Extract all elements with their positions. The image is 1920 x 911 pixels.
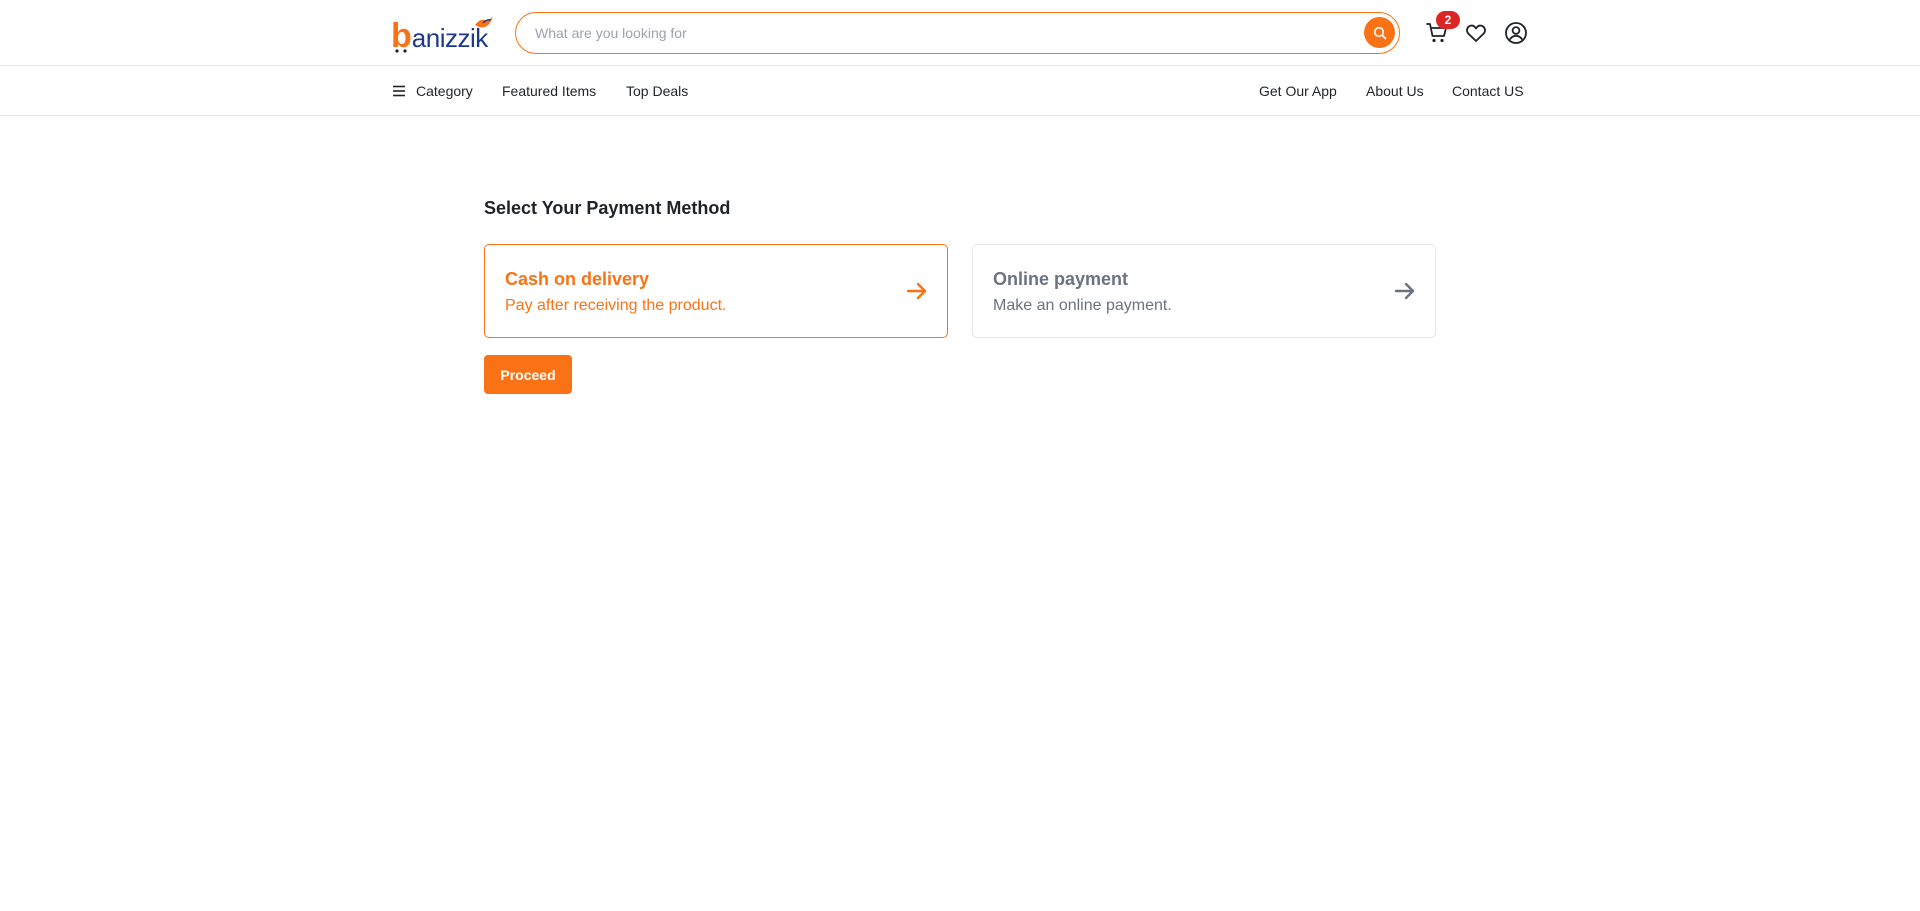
page-title: Select Your Payment Method xyxy=(484,198,731,218)
nav-featured-items[interactable]: Featured Items xyxy=(502,66,596,116)
search-icon xyxy=(1373,26,1386,39)
search-input[interactable] xyxy=(535,13,1365,52)
payment-option-title: Online payment xyxy=(993,269,1129,289)
arrow-right-icon xyxy=(906,282,927,300)
wishlist-button[interactable] xyxy=(1462,19,1490,47)
nav-get-our-app[interactable]: Get Our App xyxy=(1259,66,1337,116)
search-button[interactable] xyxy=(1364,17,1395,48)
payment-option-online-payment[interactable]: Online payment Make an online payment. xyxy=(972,244,1436,338)
cart-wheels-icon xyxy=(395,49,407,53)
hamburger-menu-icon xyxy=(393,85,405,97)
heart-icon xyxy=(1466,24,1486,42)
main-nav: Category Featured Items Top Deals Get Ou… xyxy=(0,66,1920,116)
nav-category[interactable]: Category xyxy=(392,66,473,116)
top-header: b anizzik 2 xyxy=(0,0,1920,66)
nav-about-us[interactable]: About Us xyxy=(1366,66,1424,116)
nav-contact-us[interactable]: Contact US xyxy=(1452,66,1524,116)
payment-option-title: Cash on delivery xyxy=(505,269,650,289)
logo-letter-b: b xyxy=(391,17,412,55)
proceed-button[interactable]: Proceed xyxy=(484,355,572,394)
account-button[interactable] xyxy=(1502,19,1530,47)
payment-option-subtitle: Pay after receiving the product. xyxy=(505,297,727,314)
payment-option-cash-on-delivery[interactable]: Cash on delivery Pay after receiving the… xyxy=(484,244,948,338)
search-bar xyxy=(515,12,1400,54)
cart-count-badge: 2 xyxy=(1436,11,1460,29)
site-logo[interactable]: b anizzik xyxy=(391,15,495,55)
arrow-right-icon xyxy=(1394,282,1415,300)
bird-icon xyxy=(475,17,493,28)
nav-category-label: Category xyxy=(416,83,473,99)
user-icon xyxy=(1505,22,1527,44)
nav-top-deals[interactable]: Top Deals xyxy=(626,66,688,116)
payment-option-subtitle: Make an online payment. xyxy=(993,297,1172,314)
